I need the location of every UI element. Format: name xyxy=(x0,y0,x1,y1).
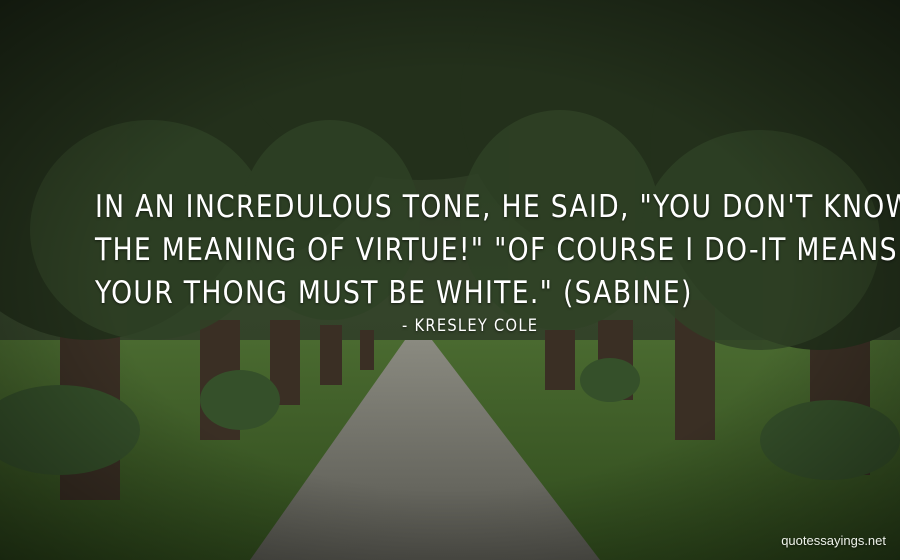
site-watermark: quotessayings.net xyxy=(781,533,886,548)
quote-image: In an incredulous tone, he said, "You do… xyxy=(0,0,900,560)
quote-line: In an incredulous tone, he said, "You do… xyxy=(95,189,900,225)
quote-text: In an incredulous tone, he said, "You do… xyxy=(95,186,900,315)
quote-line: your thong must be white." (Sabine) xyxy=(95,275,693,311)
quote-author: - Kresley Cole xyxy=(402,316,539,336)
quote-line: the meaning of virtue!" "Of course I do-… xyxy=(95,232,898,268)
